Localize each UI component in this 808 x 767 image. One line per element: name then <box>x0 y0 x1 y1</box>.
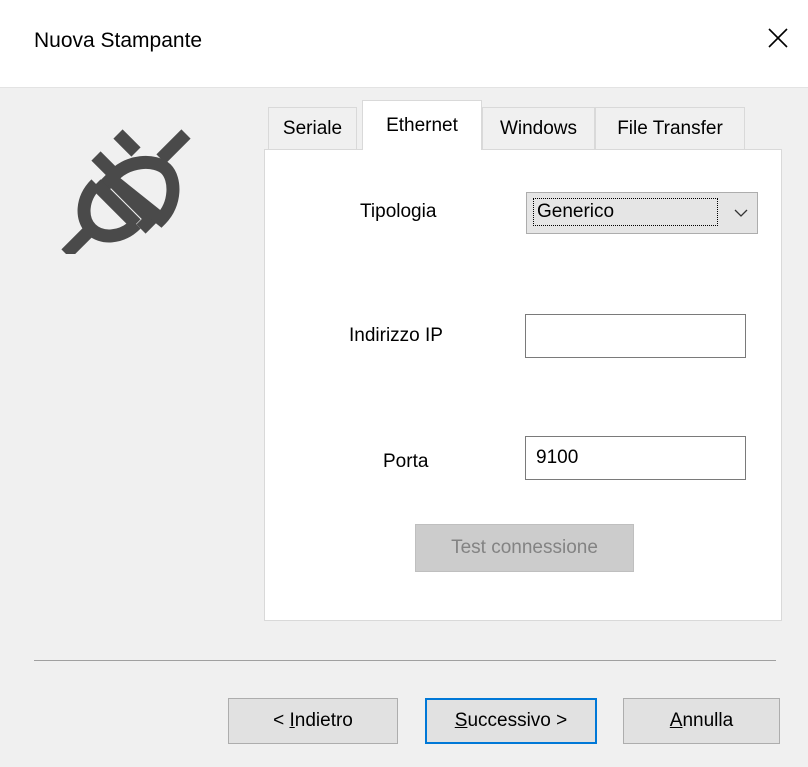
back-label: < Indietro <box>273 710 353 731</box>
ip-address-input[interactable] <box>525 314 746 358</box>
back-button[interactable]: < Indietro <box>228 698 398 744</box>
next-label: Successivo > <box>454 710 568 731</box>
close-icon <box>768 28 788 48</box>
title-bar: Nuova Stampante <box>0 0 808 88</box>
porta-label: Porta <box>383 451 429 472</box>
port-input[interactable] <box>525 436 746 480</box>
tab-label: Seriale <box>282 117 343 139</box>
tab-file-transfer[interactable]: File Transfer <box>595 107 745 149</box>
tab-seriale[interactable]: Seriale <box>268 107 357 149</box>
test-connection-label: Test connessione <box>451 537 598 558</box>
tab-label: File Transfer <box>617 117 723 139</box>
chevron-down-icon <box>734 209 748 217</box>
window-title: Nuova Stampante <box>34 29 203 52</box>
separator <box>34 660 776 661</box>
ip-label: Indirizzo IP <box>349 325 443 346</box>
tipologia-select[interactable]: Generico <box>526 192 758 234</box>
plug-icon <box>61 129 191 254</box>
tab-label: Ethernet <box>386 114 458 136</box>
cancel-label: Annulla <box>669 710 734 731</box>
tab-windows[interactable]: Windows <box>482 107 595 149</box>
close-button[interactable] <box>748 8 808 68</box>
tab-ethernet[interactable]: Ethernet <box>362 100 482 150</box>
tipologia-value: Generico <box>533 198 718 226</box>
next-button[interactable]: Successivo > <box>425 698 597 744</box>
cancel-button[interactable]: Annulla <box>623 698 780 744</box>
tipologia-label: Tipologia <box>360 201 437 222</box>
test-connection-button[interactable]: Test connessione <box>415 524 634 572</box>
dialog-window: Nuova Stampante Seriale Ethernet Windows… <box>0 0 808 767</box>
tab-label: Windows <box>499 117 578 139</box>
